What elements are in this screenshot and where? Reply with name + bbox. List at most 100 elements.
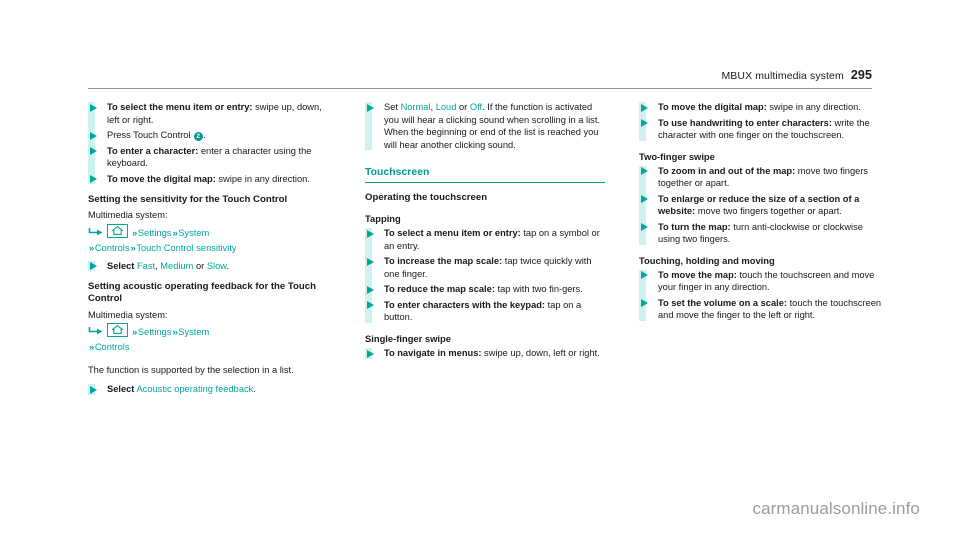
list-item: To reduce the map scale: tap with two fi… bbox=[367, 283, 605, 296]
triangle-bullet-icon bbox=[367, 349, 374, 358]
option-off[interactable]: Off bbox=[470, 102, 482, 112]
heading-tapping: Tapping bbox=[365, 213, 401, 225]
triangle-bullet-icon bbox=[641, 103, 648, 112]
callout-badge: 2 bbox=[193, 131, 203, 141]
list-item: To navigate in menus: swipe up, down, le… bbox=[367, 347, 605, 360]
triangle-bullet-icon bbox=[641, 299, 648, 308]
content-columns: To select the menu item or entry: swipe … bbox=[88, 99, 881, 489]
option-fast[interactable]: Fast bbox=[137, 261, 155, 271]
header-rule bbox=[88, 88, 872, 89]
triangle-bullet-icon bbox=[90, 147, 97, 155]
paragraph-function-supported: The function is supported by the selecti… bbox=[88, 364, 294, 375]
home-icon bbox=[107, 322, 128, 337]
nav-path-2: » Settings» System» Controls bbox=[88, 322, 328, 356]
list-item-text-after: . bbox=[203, 130, 206, 140]
nav-path-item[interactable]: Controls bbox=[95, 342, 130, 352]
triangle-bullet-icon bbox=[90, 103, 97, 112]
double-chevron-right-icon: » bbox=[132, 326, 138, 338]
option-medium[interactable]: Medium bbox=[160, 261, 193, 271]
heading-operating-touchscreen: Operating the touchscreen bbox=[365, 191, 488, 203]
home-icon bbox=[107, 223, 128, 238]
or-label: or bbox=[459, 102, 468, 112]
column-2: Set Normal, Loud or Off. If the function… bbox=[365, 99, 605, 362]
triangle-bullet-icon bbox=[367, 257, 374, 266]
column-1: To select the menu item or entry: swipe … bbox=[88, 99, 328, 398]
page-number: 295 bbox=[850, 68, 872, 82]
option-slow[interactable]: Slow bbox=[207, 261, 227, 271]
nav-path-item[interactable]: System bbox=[178, 228, 209, 238]
list-item: To select a menu item or entry: tap on a… bbox=[367, 227, 605, 252]
watermark: carmanualsonline.info bbox=[752, 499, 920, 518]
triangle-bullet-icon bbox=[367, 103, 374, 112]
double-chevron-right-icon: » bbox=[172, 326, 178, 338]
list-item: To increase the map scale: tap twice qui… bbox=[367, 255, 605, 280]
list-item-text: tap with two fin-gers. bbox=[494, 284, 583, 295]
double-chevron-right-icon: » bbox=[89, 342, 95, 354]
list-item: Select Fast, Medium or Slow. bbox=[90, 260, 328, 273]
nav-path-item[interactable]: Controls bbox=[95, 243, 130, 253]
nav-path-item[interactable]: Settings bbox=[138, 327, 172, 337]
option-normal[interactable]: Normal bbox=[401, 102, 431, 112]
select-label: Select bbox=[107, 260, 135, 271]
triangle-bullet-icon bbox=[641, 119, 648, 127]
heading-touching-holding-moving: Touching, holding and moving bbox=[639, 254, 775, 266]
list-item: To move the digital map: swipe in any di… bbox=[641, 101, 887, 114]
double-chevron-right-icon: » bbox=[132, 227, 138, 239]
column-3: To move the digital map: swipe in any di… bbox=[639, 99, 887, 324]
list-item: To use handwriting to enter characters: … bbox=[641, 117, 887, 142]
bullet-list-tapping: To select a menu item or entry: tap on a… bbox=[365, 227, 605, 324]
enter-arrow-icon bbox=[88, 227, 105, 237]
list-item-text: move two fingers together or apart. bbox=[695, 206, 842, 217]
comma-2: , bbox=[430, 102, 434, 112]
triangle-bullet-icon bbox=[641, 195, 648, 204]
triangle-bullet-icon bbox=[641, 167, 648, 176]
list-item: To set the volume on a scale: touch the … bbox=[641, 297, 887, 322]
list-item-text: swipe in any direction. bbox=[215, 173, 310, 184]
section-rule bbox=[365, 181, 605, 183]
manual-page: MBUX multimedia system 295 To select the … bbox=[0, 0, 960, 533]
bullet-list-touching-holding-moving: To move the map: touch the touchscreen a… bbox=[639, 269, 887, 322]
nav-path-item[interactable]: System bbox=[178, 327, 209, 337]
nav-path-item[interactable]: Touch Control sensitivity bbox=[136, 243, 236, 253]
nav-path-1: » Settings» System» Controls» Touch Control … bbox=[88, 223, 328, 257]
option-acoustic-operating-feedback[interactable]: Acoustic operating feedback bbox=[136, 384, 253, 394]
subline-multimedia-system-2: Multimedia system: bbox=[88, 309, 168, 320]
list-item: To move the map: touch the touchscreen a… bbox=[641, 269, 887, 294]
list-item: To move the digital map: swipe in any di… bbox=[90, 173, 328, 186]
list-item-lead: To zoom in and out of the map: bbox=[658, 165, 796, 176]
bullet-list-set-sound: Set Normal, Loud or Off. If the function… bbox=[365, 101, 605, 151]
nav-path-item[interactable]: Settings bbox=[138, 228, 172, 238]
or-label: or bbox=[195, 260, 205, 271]
triangle-bullet-icon bbox=[90, 131, 97, 140]
list-item-lead: To select the menu item or entry: bbox=[107, 102, 253, 112]
bullet-list-single-finger-swipe: To navigate in menus: swipe up, down, le… bbox=[365, 347, 605, 360]
triangle-bullet-icon bbox=[367, 285, 374, 294]
heading-sensitivity: Setting the sensitivity for the Touch Co… bbox=[88, 194, 288, 205]
list-item: To turn the map: turn anti-clockwise or … bbox=[641, 221, 887, 246]
double-chevron-right-icon: » bbox=[89, 243, 95, 255]
triangle-bullet-icon bbox=[90, 175, 97, 183]
option-loud[interactable]: Loud bbox=[436, 102, 457, 112]
list-item-lead: To enter a character: bbox=[107, 145, 199, 156]
running-header-title: MBUX multimedia system bbox=[721, 70, 844, 82]
bullet-list-two-finger-swipe: To zoom in and out of the map: move two … bbox=[639, 165, 887, 246]
triangle-bullet-icon bbox=[90, 262, 97, 271]
list-item-text: swipe in any direction. bbox=[766, 102, 861, 112]
list-item: To enter a character: enter a character … bbox=[90, 145, 328, 170]
double-chevron-right-icon: » bbox=[130, 243, 136, 255]
period-3: . bbox=[482, 102, 485, 112]
list-item-text: Press Touch Control bbox=[107, 130, 194, 140]
triangle-bullet-icon bbox=[641, 223, 648, 232]
subline-multimedia-system-1: Multimedia system: bbox=[88, 210, 168, 221]
period-1: . bbox=[226, 260, 230, 271]
triangle-bullet-icon bbox=[367, 229, 374, 238]
heading-two-finger-swipe: Two-finger swipe bbox=[639, 150, 715, 162]
triangle-bullet-icon bbox=[367, 301, 374, 310]
list-item: Press Touch Control 2. bbox=[90, 129, 328, 142]
list-item-text: swipe up, down, left or right. bbox=[481, 348, 600, 359]
triangle-bullet-icon bbox=[90, 385, 97, 394]
set-label: Set bbox=[384, 102, 398, 112]
list-item: Select Acoustic operating feedback. bbox=[90, 383, 328, 396]
list-item-lead: To navigate in menus: bbox=[384, 348, 482, 359]
comma-1: , bbox=[155, 260, 158, 271]
